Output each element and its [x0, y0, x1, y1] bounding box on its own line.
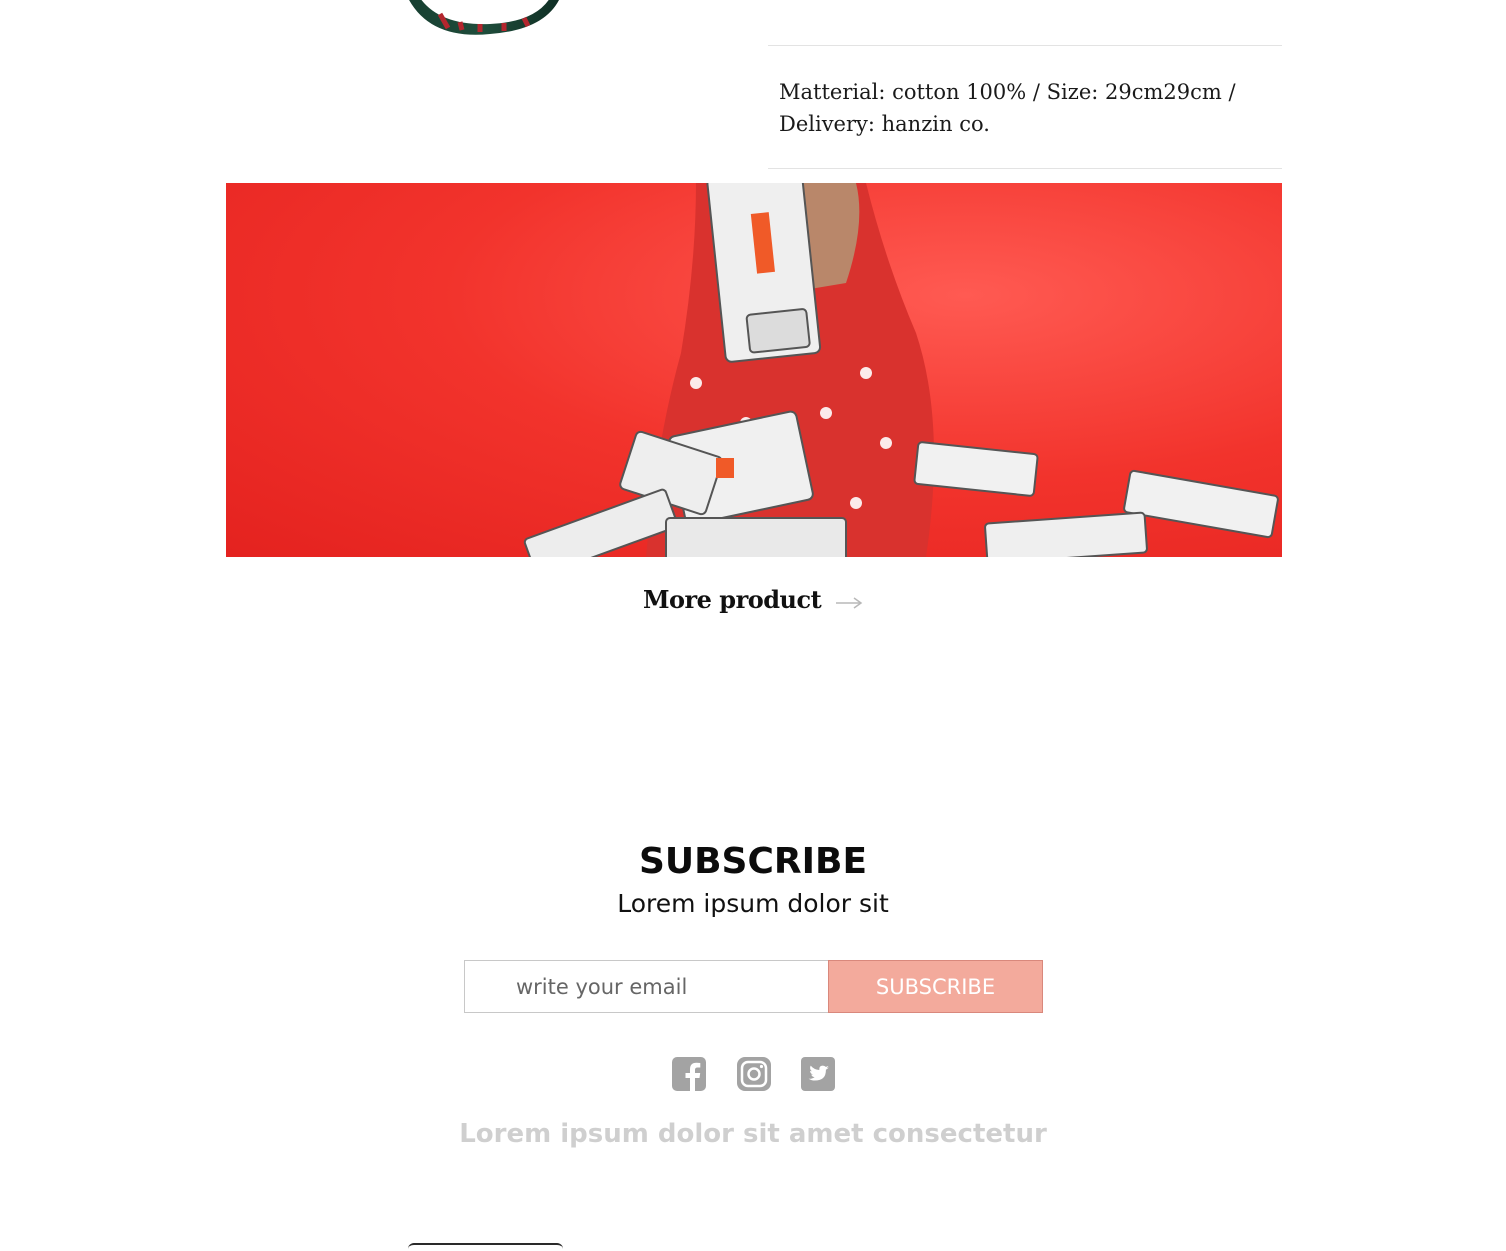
subscribe-button[interactable]: SUBSCRIBE: [828, 960, 1043, 1013]
product-details-text: Matterial: cotton 100% / Size: 29cm29cm …: [779, 80, 1236, 136]
instagram-icon[interactable]: [736, 1056, 772, 1092]
product-details: Matterial: cotton 100% / Size: 29cm29cm …: [768, 45, 1282, 169]
subscribe-subtitle: Lorem ipsum dolor sit: [617, 889, 889, 918]
promo-banner-image: [226, 183, 1282, 557]
twitter-icon[interactable]: [800, 1056, 836, 1092]
more-product-link[interactable]: More product: [0, 585, 1506, 616]
arrow-right-icon: [835, 587, 863, 616]
email-input[interactable]: [464, 960, 828, 1013]
more-product-label: More product: [642, 585, 822, 614]
product-image: [400, 0, 570, 60]
next-product-image: [408, 1243, 563, 1251]
facebook-icon[interactable]: [671, 1056, 707, 1092]
subscribe-form: SUBSCRIBE: [464, 960, 1043, 1013]
footer-text: Lorem ipsum dolor sit amet consectetur: [459, 1119, 1047, 1149]
subscribe-title: SUBSCRIBE: [638, 841, 868, 882]
